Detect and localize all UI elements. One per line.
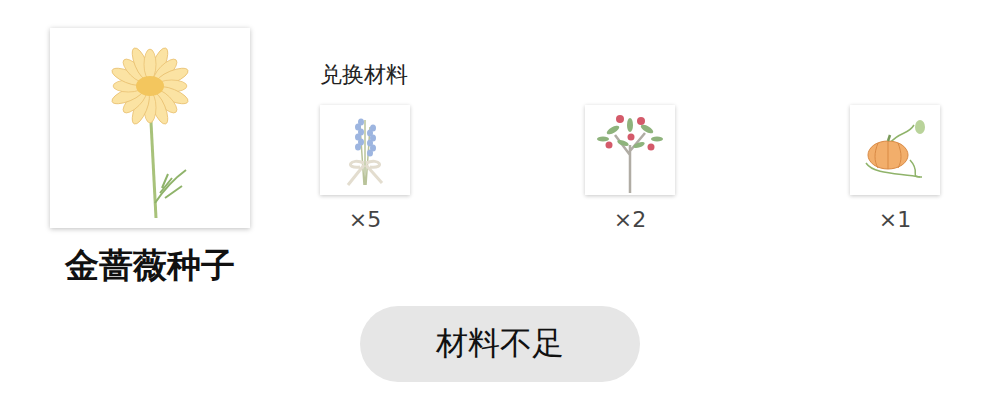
exchange-top: 金蔷薇种子 兑换材料 ×5 ×2 ×1 <box>0 0 1000 286</box>
daisy-icon <box>50 28 250 228</box>
exchange-button[interactable]: 材料不足 <box>360 306 640 382</box>
item-panel: 金蔷薇种子 <box>50 28 250 286</box>
material-item: ×2 <box>585 105 675 235</box>
item-name: 金蔷薇种子 <box>65 244 235 286</box>
material-card <box>585 105 675 195</box>
rose-tree-icon <box>585 105 675 195</box>
materials-list: ×5 ×2 ×1 <box>320 105 940 235</box>
pumpkin-icon <box>850 105 940 195</box>
material-card <box>320 105 410 195</box>
material-count: ×1 <box>879 205 911 235</box>
material-item: ×1 <box>850 105 940 235</box>
materials-panel: 兑换材料 ×5 ×2 ×1 <box>320 28 940 286</box>
material-count: ×2 <box>614 205 646 235</box>
exchange-page: 金蔷薇种子 兑换材料 ×5 ×2 ×1 材料不足 <box>0 0 1000 401</box>
lavender-bouquet-icon <box>320 105 410 195</box>
material-item: ×5 <box>320 105 410 235</box>
material-card <box>850 105 940 195</box>
material-count: ×5 <box>349 205 381 235</box>
button-row: 材料不足 <box>0 306 1000 382</box>
materials-label: 兑换材料 <box>320 60 940 90</box>
item-image <box>50 28 250 228</box>
